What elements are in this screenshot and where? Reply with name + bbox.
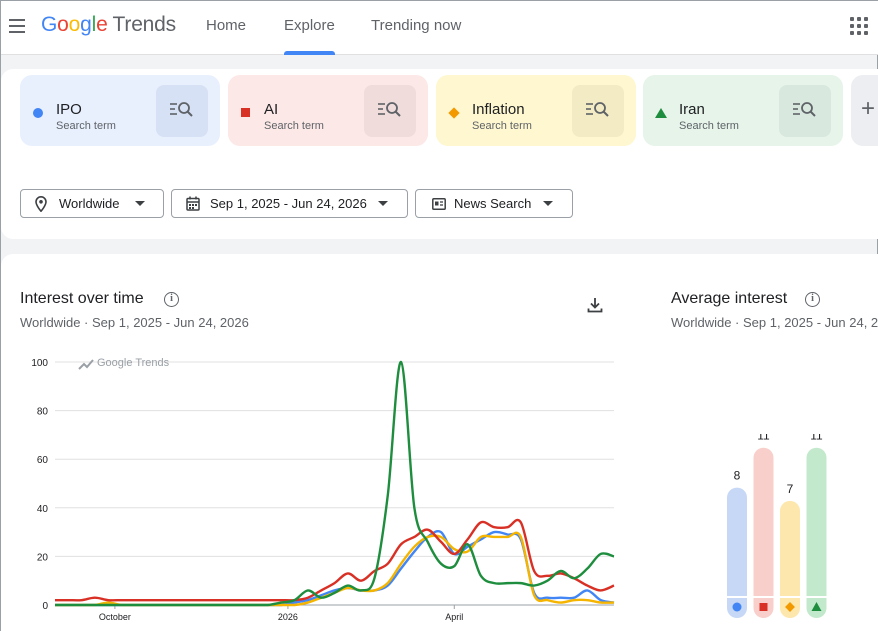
date-range-filter[interactable]: Sep 1, 2025 - Jun 24, 2026 <box>171 189 408 218</box>
average-bar-inflation <box>780 500 800 618</box>
search-term-card-ai[interactable]: AI Search term <box>228 75 428 146</box>
circle-marker-icon <box>33 108 43 118</box>
search-term-name: AI <box>264 101 279 118</box>
info-icon[interactable]: i <box>164 292 179 307</box>
search-term-type: Search term <box>679 120 739 132</box>
trends-watermark-icon <box>78 359 94 370</box>
interest-over-time-subtitle: Worldwide · Sep 1, 2025 - Jun 24, 2026 <box>20 315 249 330</box>
search-lines-icon <box>586 102 609 117</box>
menu-icon[interactable] <box>7 15 29 37</box>
average-bar-ai <box>753 447 774 618</box>
search-term-menu-button[interactable] <box>572 85 624 137</box>
add-term-button[interactable]: + <box>851 75 878 146</box>
region-filter-label: Worldwide <box>59 196 120 211</box>
search-term-card-iran[interactable]: Iran Search term <box>643 75 843 146</box>
region-filter[interactable]: Worldwide <box>20 189 164 218</box>
google-trends-logo[interactable]: Google Trends <box>41 13 176 37</box>
search-term-menu-button[interactable] <box>779 85 831 137</box>
search-lines-icon <box>378 102 401 117</box>
active-tab-indicator <box>284 51 335 55</box>
bar-separator <box>753 596 774 598</box>
interest-over-time-chart: 0 20 40 60 80 100 October 2026 April Google Trend… <box>31 357 615 622</box>
square-marker-icon <box>759 603 768 611</box>
series-line-ai <box>54 518 615 602</box>
search-term-menu-button[interactable] <box>364 85 416 137</box>
tab-explore[interactable]: Explore <box>284 17 335 34</box>
search-term-type: Search term <box>56 120 116 132</box>
x-tick-label: April <box>445 612 463 622</box>
search-term-card-ipo[interactable]: IPO Search term <box>20 75 220 146</box>
average-interest-chart: 8 11 7 11 <box>727 434 827 618</box>
y-tick-label: 0 <box>42 601 48 612</box>
search-term-type: Search term <box>472 120 532 132</box>
square-marker-icon <box>241 108 250 117</box>
y-tick-label: 60 <box>37 455 49 466</box>
results-panel: Interest over time i Worldwide · Sep 1, … <box>1 254 878 631</box>
circle-marker-icon <box>732 602 742 612</box>
chart-watermark: Google Trends <box>97 357 170 369</box>
comparison-panel: IPO Search term AI Search term Inflation Sear… <box>1 69 878 239</box>
bar-separator <box>806 596 827 598</box>
location-pin-icon <box>35 196 47 212</box>
average-interest-subtitle: Worldwide · Sep 1, 2025 - Jun 24, 2 <box>671 315 878 330</box>
x-tick-label: October <box>99 612 131 622</box>
triangle-marker-icon <box>655 108 667 118</box>
x-tick-label: 2026 <box>278 612 298 622</box>
search-term-name: Iran <box>679 101 705 118</box>
average-interest-title: Average interest <box>671 290 788 307</box>
search-property-filter[interactable]: News Search <box>415 189 573 218</box>
top-app-bar: Google Trends Home Explore Trending now <box>1 1 878 55</box>
chevron-down-icon <box>135 201 145 206</box>
chevron-down-icon <box>543 201 553 206</box>
series-line-iran <box>55 360 615 607</box>
download-icon[interactable] <box>586 296 604 314</box>
bar-separator <box>727 596 747 598</box>
average-value-label: 11 <box>757 434 770 443</box>
search-term-name: IPO <box>56 101 82 118</box>
interest-over-time-title: Interest over time <box>20 290 144 307</box>
apps-grid-icon[interactable] <box>850 17 868 35</box>
average-value-label: 8 <box>734 469 741 483</box>
search-term-type: Search term <box>264 120 324 132</box>
diamond-marker-icon <box>448 107 460 119</box>
tab-home[interactable]: Home <box>206 17 246 34</box>
search-lines-icon <box>170 102 193 117</box>
search-term-name: Inflation <box>472 101 525 118</box>
search-term-card-inflation[interactable]: Inflation Search term <box>436 75 636 146</box>
news-icon <box>432 198 446 210</box>
tab-trending-now[interactable]: Trending now <box>371 17 461 34</box>
average-value-label: 11 <box>810 434 823 443</box>
search-term-menu-button[interactable] <box>156 85 208 137</box>
average-bar-ipo <box>727 487 747 618</box>
info-icon[interactable]: i <box>805 292 820 307</box>
y-tick-label: 40 <box>37 504 49 515</box>
date-range-label: Sep 1, 2025 - Jun 24, 2026 <box>210 196 367 211</box>
y-tick-label: 80 <box>37 407 49 418</box>
calendar-icon <box>186 196 200 211</box>
y-tick-label: 100 <box>31 358 48 369</box>
chevron-down-icon <box>378 201 388 206</box>
average-bar-iran <box>806 447 827 618</box>
average-value-label: 7 <box>787 482 794 496</box>
search-property-label: News Search <box>454 196 532 211</box>
bar-separator <box>780 596 800 598</box>
y-tick-label: 20 <box>37 552 49 563</box>
search-lines-icon <box>793 102 816 117</box>
